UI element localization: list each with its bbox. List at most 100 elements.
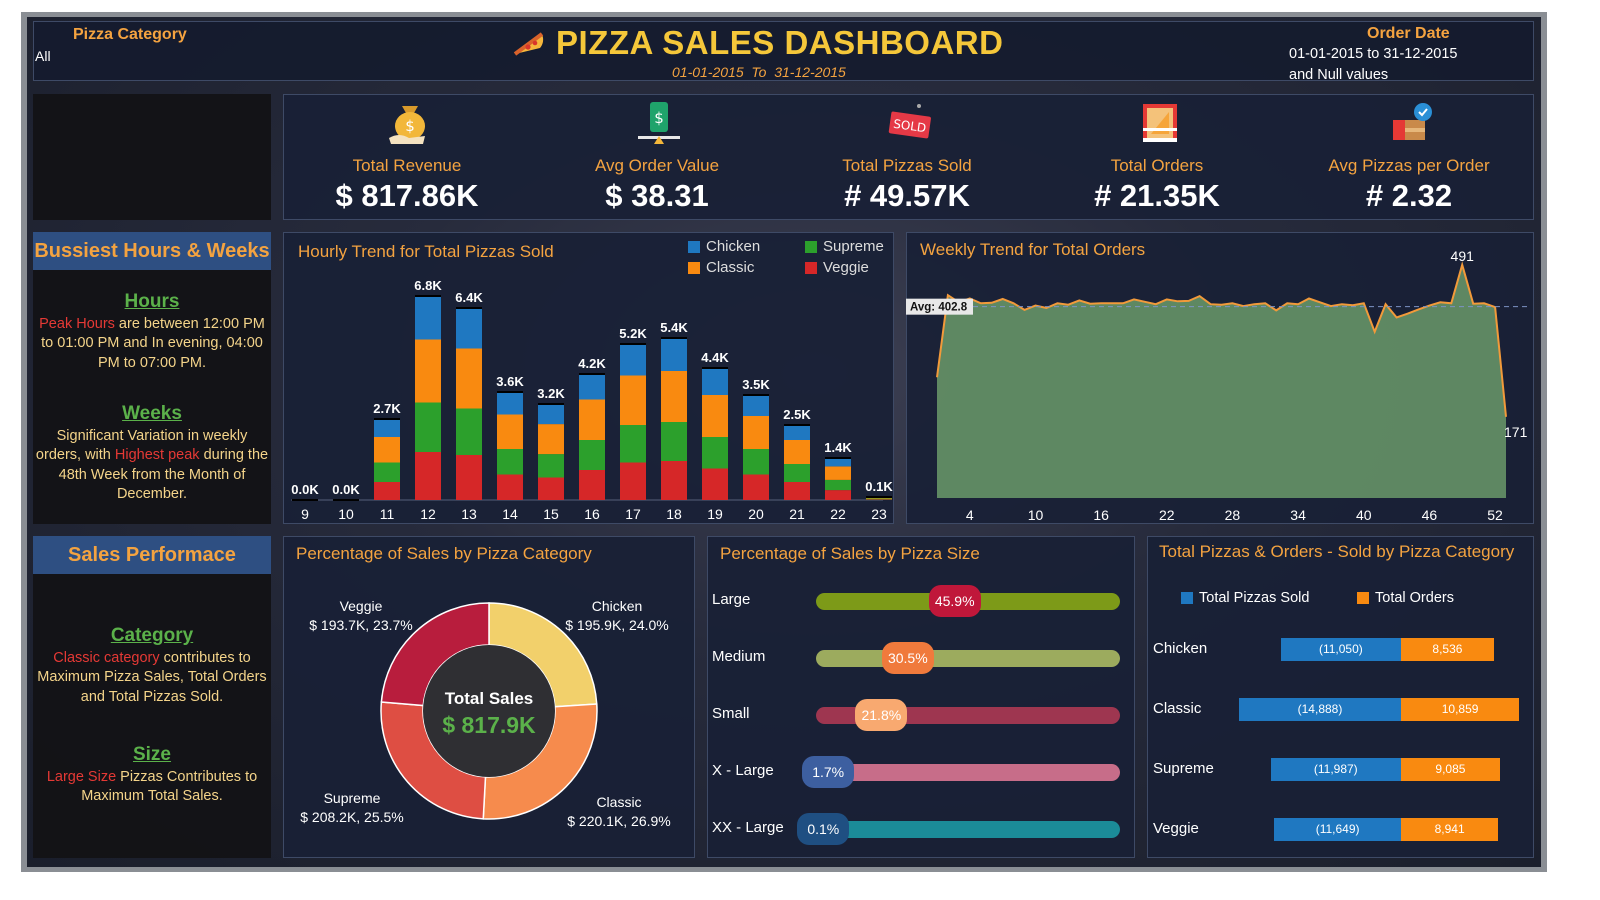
bar-chicken-16 bbox=[579, 374, 605, 400]
dashboard-title: PIZZA SALES DASHBOARD bbox=[556, 24, 1004, 61]
size-value-pill: 30.5% bbox=[881, 642, 934, 674]
bar-veggie-20 bbox=[743, 474, 769, 500]
week-tick-label: 46 bbox=[1422, 507, 1438, 523]
bar-veggie-21 bbox=[784, 482, 810, 500]
bar-veggie-23 bbox=[866, 499, 892, 500]
bar-supreme-20 bbox=[743, 449, 769, 475]
delivery-box-icon bbox=[1387, 98, 1437, 146]
week-tick-label: 22 bbox=[1159, 507, 1175, 523]
counts-legend-pizzas[interactable]: Total Pizzas Sold bbox=[1181, 590, 1309, 606]
category-counts-title: Total Pizzas & Orders - Sold by Pizza Ca… bbox=[1159, 542, 1515, 561]
slice-label-supreme: Supreme $ 208.2K, 25.5% bbox=[300, 790, 404, 825]
week-tick-label: 4 bbox=[966, 507, 974, 523]
weekly-area-fill bbox=[937, 264, 1506, 498]
size-label: XX - Large bbox=[712, 819, 784, 836]
category-highlight: Classic category bbox=[53, 649, 160, 666]
bar-veggie-19 bbox=[702, 468, 728, 500]
week-tick-label: 16 bbox=[1093, 507, 1109, 523]
orders-bar: 9,085 bbox=[1401, 758, 1500, 781]
kpi-label: Total Revenue bbox=[352, 156, 462, 175]
hour-tick-label: 22 bbox=[830, 506, 846, 522]
bar-supreme-17 bbox=[620, 425, 646, 463]
size-track bbox=[816, 650, 1120, 667]
money-bag-icon: $ bbox=[385, 98, 435, 146]
pizza-slice-icon bbox=[512, 28, 546, 58]
size-label: Medium bbox=[712, 648, 766, 665]
bar-total-label: 0.1K bbox=[865, 479, 893, 494]
bar-veggie-16 bbox=[579, 470, 605, 500]
counts-legend-orders[interactable]: Total Orders bbox=[1357, 590, 1454, 606]
hour-tick-label: 15 bbox=[543, 506, 559, 522]
hour-tick-label: 19 bbox=[707, 506, 723, 522]
category-heading: Category bbox=[110, 625, 194, 646]
size-track bbox=[816, 764, 1120, 781]
bar-classic-12 bbox=[415, 339, 441, 403]
bar-total-label: 3.2K bbox=[537, 386, 565, 401]
hours-highlight: Peak Hours bbox=[39, 315, 115, 332]
filter-value[interactable]: All bbox=[35, 48, 51, 64]
bar-classic-22 bbox=[825, 466, 851, 480]
bar-chicken-19 bbox=[702, 368, 728, 395]
kpi-total-pizzas-sold: SOLD Total Pizzas Sold # 49.57K bbox=[787, 94, 1027, 220]
category-label: Supreme bbox=[1153, 760, 1214, 777]
slice-label-veggie: Veggie $ 193.7K, 23.7% bbox=[309, 598, 413, 633]
week-tick-label: 52 bbox=[1487, 507, 1503, 523]
size-value-pill: 21.8% bbox=[855, 699, 908, 731]
bar-chicken-22 bbox=[825, 458, 851, 467]
pizzas-sold-bar: (11,649) bbox=[1274, 818, 1401, 841]
bar-classic-20 bbox=[743, 416, 769, 449]
sales-performance-title: Sales Performace bbox=[33, 536, 271, 574]
pizzas-sold-bar: (11,050) bbox=[1280, 638, 1401, 661]
week-tick-label: 34 bbox=[1290, 507, 1306, 523]
week-tick-label: 40 bbox=[1356, 507, 1372, 523]
hours-heading: Hours bbox=[124, 291, 180, 312]
hour-tick-label: 21 bbox=[789, 506, 805, 522]
bar-veggie-15 bbox=[538, 477, 564, 500]
order-date-value[interactable]: 01-01-2015 to 31-12-2015 bbox=[1289, 46, 1458, 62]
bar-total-label: 1.4K bbox=[824, 440, 852, 455]
pizzas-sold-bar: (14,888) bbox=[1239, 698, 1401, 721]
hour-tick-label: 17 bbox=[625, 506, 641, 522]
orders-bar: 10,859 bbox=[1401, 698, 1520, 721]
bar-veggie-13 bbox=[456, 455, 482, 500]
bar-total-label: 0.0K bbox=[291, 482, 319, 497]
bar-total-label: 2.7K bbox=[373, 401, 401, 416]
pizzas-sold-bar: (11,987) bbox=[1270, 758, 1401, 781]
end-label: 171 bbox=[1504, 424, 1528, 440]
kpi-label: Total Pizzas Sold bbox=[842, 156, 972, 175]
bar-total-label: 3.6K bbox=[496, 374, 524, 389]
bar-classic-14 bbox=[497, 414, 523, 449]
average-label: Avg: 402.8 bbox=[910, 302, 968, 314]
weeks-heading: Weeks bbox=[122, 403, 182, 424]
bar-chicken-14 bbox=[497, 392, 523, 415]
filter-label: Pizza Category bbox=[73, 26, 187, 43]
kpi-label: Avg Order Value bbox=[594, 156, 720, 175]
header-bar: Pizza Category All PIZZA SALES DASHBOARD… bbox=[33, 21, 1534, 83]
bar-classic-13 bbox=[456, 348, 482, 409]
hour-tick-label: 18 bbox=[666, 506, 682, 522]
bar-total-label: 4.2K bbox=[578, 356, 606, 371]
bar-chicken-15 bbox=[538, 404, 564, 425]
bar-total-label: 6.8K bbox=[414, 278, 442, 293]
bar-veggie-18 bbox=[661, 461, 687, 500]
bar-supreme-23 bbox=[866, 498, 892, 500]
bar-supreme-15 bbox=[538, 454, 564, 478]
hour-tick-label: 9 bbox=[301, 506, 309, 522]
bar-veggie-22 bbox=[825, 490, 851, 500]
bar-chicken-13 bbox=[456, 308, 482, 349]
bar-total-label: 0.0K bbox=[332, 482, 360, 497]
category-label: Classic bbox=[1153, 700, 1202, 717]
bar-classic-19 bbox=[702, 395, 728, 437]
bar-supreme-14 bbox=[497, 449, 523, 475]
bar-classic-17 bbox=[620, 375, 646, 425]
kpi-value: # 21.35K bbox=[1094, 178, 1220, 213]
bar-supreme-16 bbox=[579, 440, 605, 470]
size-sales-title: Percentage of Sales by Pizza Size bbox=[720, 544, 980, 563]
weeks-note: Weeks Significant Variation in weekly or… bbox=[33, 404, 271, 505]
svg-text:$: $ bbox=[405, 117, 415, 135]
bar-chicken-20 bbox=[743, 395, 769, 416]
peak-label: 491 bbox=[1451, 248, 1475, 264]
category-label: Chicken bbox=[1153, 640, 1208, 657]
bar-chicken-11 bbox=[374, 419, 400, 437]
kpi-total-orders: Total Orders # 21.35K bbox=[1037, 94, 1277, 220]
